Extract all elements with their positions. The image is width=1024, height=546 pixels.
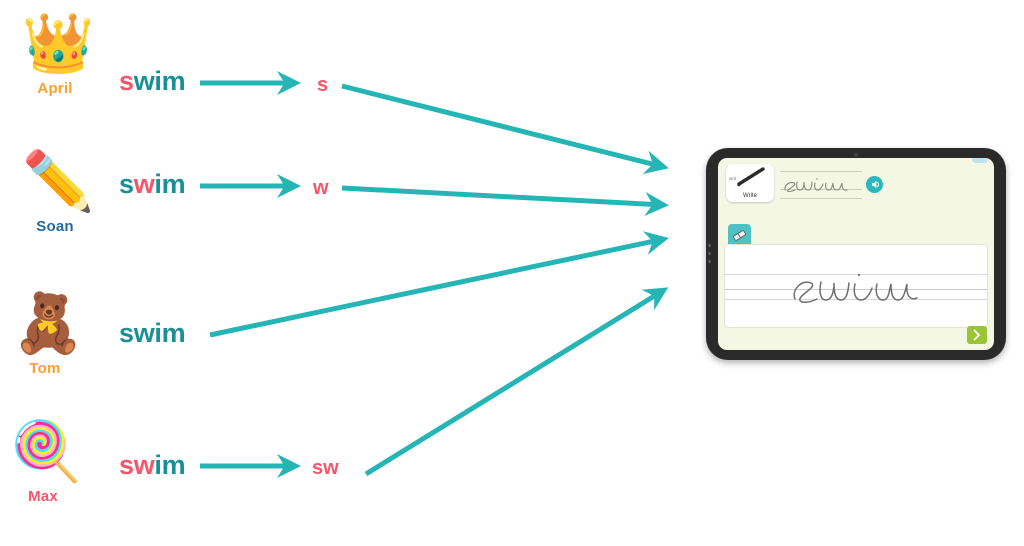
flow-diagram: 👑 April ✏️ Soan 🧸 Tom 🍭 Max swim swim sw…	[0, 0, 1024, 546]
front-camera-icon	[854, 153, 858, 157]
student-max: 🍭 Max	[0, 418, 98, 505]
student-name-soan: Soan	[36, 218, 74, 235]
letter-label-max: sw	[312, 457, 339, 479]
pencil-icon: ✏️	[22, 147, 95, 215]
model-word-cursive	[784, 178, 848, 193]
student-soan: ✏️ Soan	[0, 148, 110, 235]
model-word-block	[780, 168, 862, 200]
word-soan-part-3: im	[154, 169, 186, 199]
word-soan-part-1: s	[119, 169, 134, 199]
word-max-part-2: im	[154, 450, 186, 480]
side-buttons	[708, 244, 712, 268]
word-april-part-2: wim	[133, 66, 186, 96]
write-tool-label: Write	[743, 193, 757, 199]
write-tool-sublabel: writ	[729, 176, 736, 181]
word-max: swim	[119, 450, 186, 481]
handwriting-answer-ink	[793, 273, 918, 303]
student-april: 👑 April	[0, 10, 110, 97]
chevron-right-icon	[973, 329, 980, 341]
next-button[interactable]	[967, 326, 987, 344]
word-tom-part-1: swim	[119, 318, 186, 348]
lollipop-icon: 🍭	[10, 417, 83, 485]
long-arrow-max	[364, 287, 669, 477]
long-arrow-april	[341, 83, 669, 175]
letter-label-april: s	[317, 74, 329, 96]
long-arrow-tom	[209, 231, 669, 338]
crown-icon: 👑	[22, 9, 95, 77]
word-april-part-1: s	[119, 66, 134, 96]
long-arrow-soan	[341, 185, 669, 216]
word-april: swim	[119, 66, 186, 97]
student-name-tom: Tom	[29, 360, 61, 377]
tablet-screen: writ Write	[718, 158, 994, 350]
word-soan-part-2: w	[133, 169, 155, 199]
word-tom: swim	[119, 318, 186, 349]
corner-chip	[972, 158, 988, 163]
handwriting-canvas[interactable]	[724, 244, 988, 328]
eraser-icon	[733, 230, 746, 241]
tablet-device[interactable]: writ Write	[706, 148, 1006, 360]
write-tool-button[interactable]: writ Write	[726, 164, 774, 202]
student-name-april: April	[37, 80, 73, 97]
audio-speaker-icon[interactable]	[866, 176, 883, 193]
teddy-bear-icon: 🧸	[12, 289, 85, 357]
word-soan: swim	[119, 169, 186, 200]
letter-label-soan: w	[313, 177, 329, 199]
student-tom: 🧸 Tom	[0, 290, 100, 377]
student-name-max: Max	[28, 488, 58, 505]
word-max-part-1: sw	[119, 450, 155, 480]
